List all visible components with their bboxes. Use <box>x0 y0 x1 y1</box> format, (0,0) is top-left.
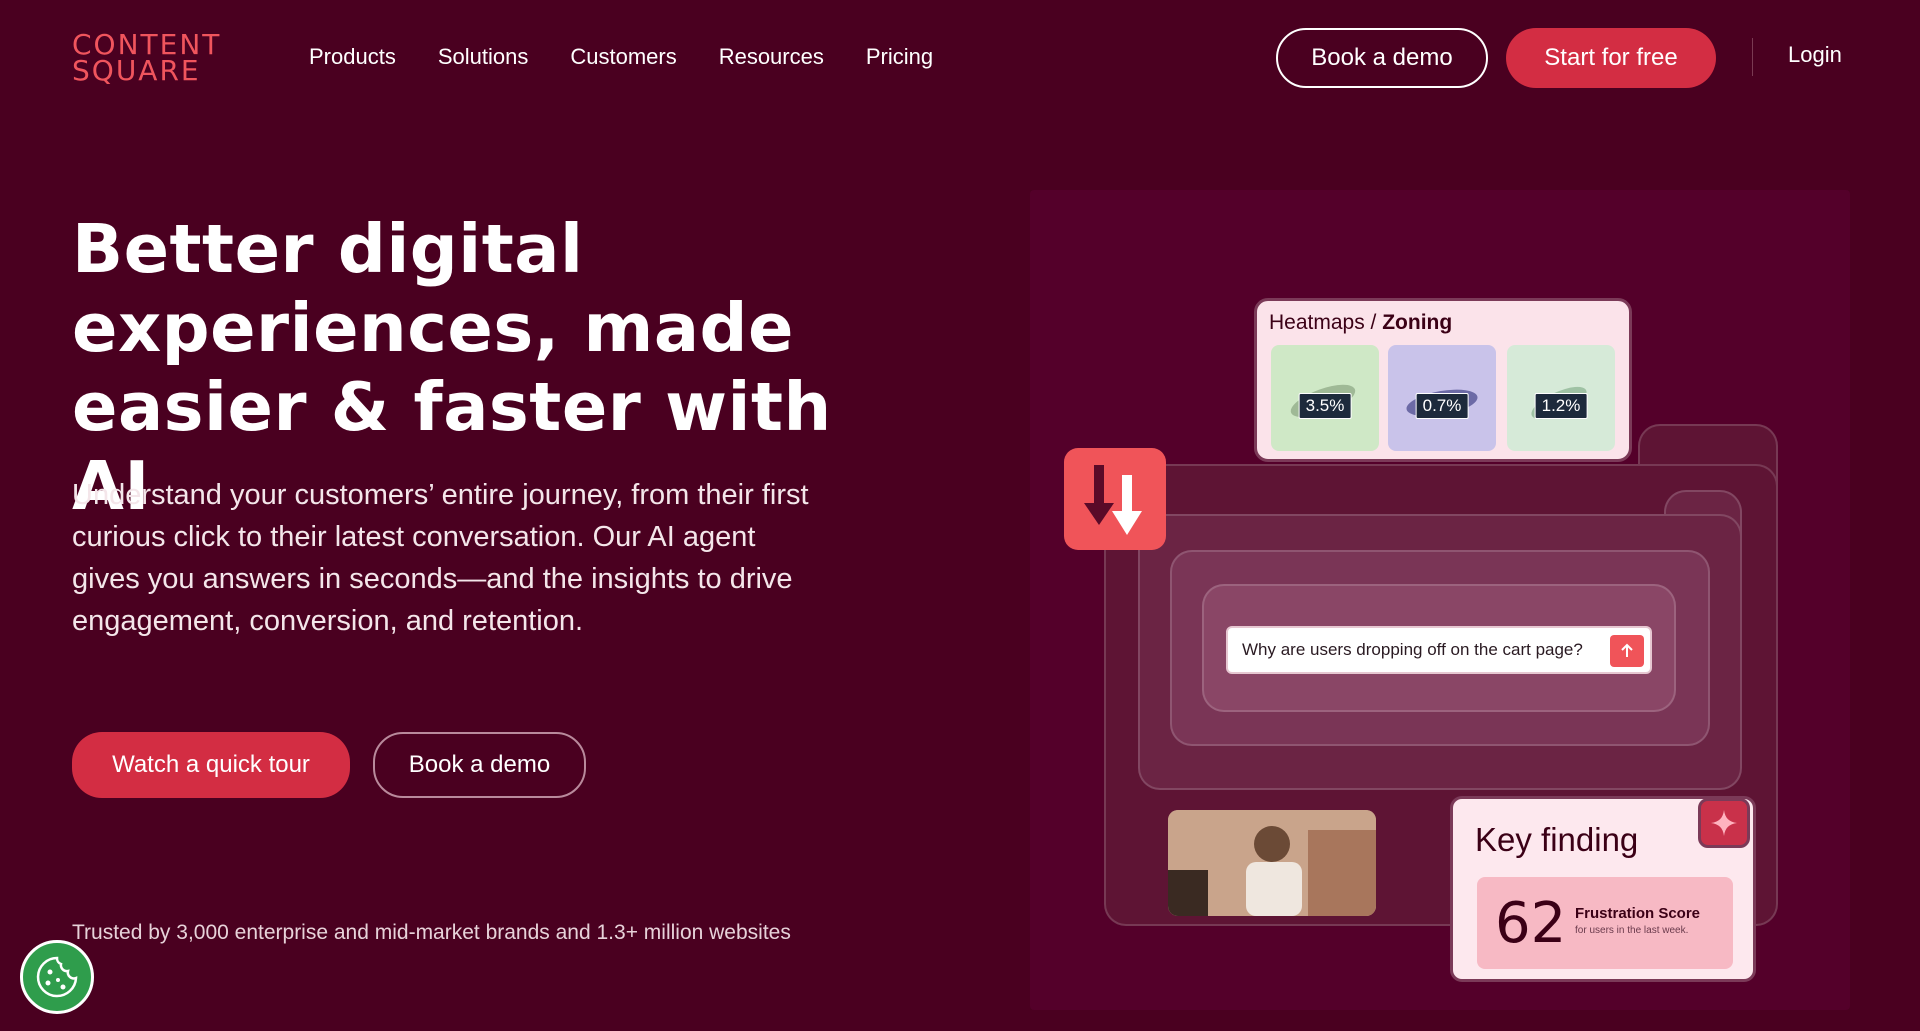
frustration-score-sub: for users in the last week. <box>1575 925 1689 936</box>
drop-off-arrows-icon <box>1064 448 1166 550</box>
question-text: Why are users dropping off on the cart p… <box>1242 640 1583 659</box>
heatmap-thumbnail: 0.7% <box>1388 345 1496 451</box>
frustration-score-box: 62 Frustration Score for users in the la… <box>1477 877 1733 969</box>
frustration-score-value: 62 <box>1495 891 1567 956</box>
arrow-up-icon <box>1621 643 1633 657</box>
heatmaps-title: Heatmaps / Zoning <box>1269 311 1452 335</box>
heatmap-thumbnail: 3.5% <box>1271 345 1379 451</box>
zone-percentage: 3.5% <box>1298 393 1352 419</box>
trusted-text: Trusted by 3,000 enterprise and mid-mark… <box>72 921 791 944</box>
person-photo-icon <box>1168 810 1376 916</box>
hero-book-demo-button[interactable]: Book a demo <box>373 732 586 798</box>
customer-photo <box>1168 810 1376 916</box>
headline-line-1: Better digital <box>72 210 584 288</box>
headline-line-2: experiences, made <box>72 289 794 367</box>
zone-percentage: 1.2% <box>1534 393 1588 419</box>
ai-question-input[interactable]: Why are users dropping off on the cart p… <box>1226 626 1652 674</box>
hero-subtext: Understand your customers’ entire journe… <box>72 479 809 637</box>
page: CONTENT SQUARE Products Solutions Custom… <box>0 0 1920 1031</box>
watch-tour-button[interactable]: Watch a quick tour <box>72 732 350 798</box>
nav-products[interactable]: Products <box>309 42 396 72</box>
heatmaps-label: Heatmaps / <box>1269 311 1377 334</box>
send-button[interactable] <box>1610 635 1644 667</box>
nav-resources[interactable]: Resources <box>719 42 824 72</box>
zoning-label: Zoning <box>1382 311 1453 334</box>
main-nav: Products Solutions Customers Resources P… <box>309 42 933 72</box>
nav-customers[interactable]: Customers <box>570 42 676 72</box>
header-divider <box>1752 38 1753 76</box>
header-book-demo-button[interactable]: Book a demo <box>1276 28 1488 88</box>
login-link[interactable]: Login <box>1788 42 1842 68</box>
start-for-free-button[interactable]: Start for free <box>1506 28 1716 88</box>
nav-pricing[interactable]: Pricing <box>866 42 933 72</box>
cookie-settings-button[interactable] <box>20 940 94 1014</box>
cookie-icon <box>36 956 78 998</box>
ai-sparkle-icon <box>1711 810 1737 836</box>
nav-solutions[interactable]: Solutions <box>438 42 529 72</box>
key-finding-title: Key finding <box>1475 821 1639 858</box>
down-arrows-icon <box>1084 465 1142 535</box>
heatmap-thumbnail: 1.2% <box>1507 345 1615 451</box>
contentsquare-logo[interactable]: CONTENT SQUARE <box>72 31 221 87</box>
logo-line-2: SQUARE <box>72 54 201 87</box>
frustration-score-label: Frustration Score <box>1575 905 1701 922</box>
zone-percentage: 0.7% <box>1415 393 1469 419</box>
sparkle-icon <box>1698 798 1750 848</box>
heatmaps-card: Heatmaps / Zoning 3.5% 0.7% 1.2% <box>1254 298 1632 462</box>
